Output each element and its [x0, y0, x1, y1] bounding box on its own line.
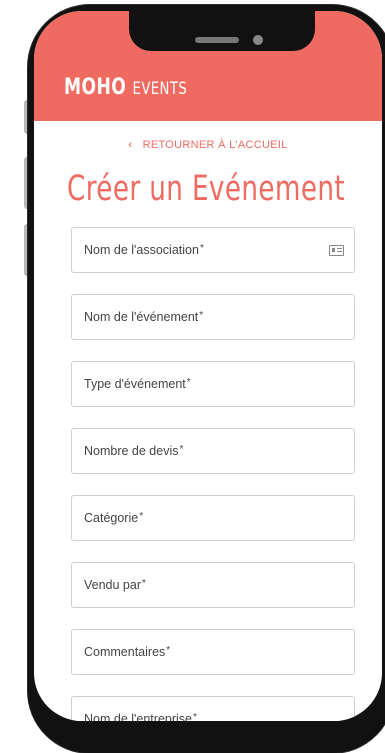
field-placeholder: Nombre de devis* [84, 444, 184, 458]
field-placeholder: Nom de l'association* [84, 243, 204, 257]
event-name-field[interactable]: Nom de l'événement* [71, 294, 355, 340]
front-camera [253, 35, 263, 45]
phone-frame: MOHO EVENTS ‹ RETOURNER À L'ACCUEIL Créer… [28, 5, 385, 753]
comments-field[interactable]: Commentaires* [71, 629, 355, 675]
phone-notch [129, 11, 315, 51]
back-link-label: RETOURNER À L'ACCUEIL [142, 139, 288, 151]
speaker-grille [195, 37, 239, 43]
field-placeholder: Commentaires* [84, 645, 171, 659]
association-name-field[interactable]: Nom de l'association* [71, 227, 355, 273]
logo-mark: MOHO [64, 75, 127, 100]
field-placeholder: Nom de l'entreprise* [84, 712, 197, 721]
company-name-field[interactable]: Nom de l'entreprise* [71, 696, 355, 721]
category-field[interactable]: Catégorie* [71, 495, 355, 541]
sold-by-field[interactable]: Vendu par* [71, 562, 355, 608]
field-placeholder: Nom de l'événement* [84, 310, 204, 324]
page-title: Créer un Evénement [67, 169, 346, 209]
back-to-home-link[interactable]: ‹ RETOURNER À L'ACCUEIL [34, 137, 382, 151]
logo-text: EVENTS [132, 79, 188, 99]
quote-count-field[interactable]: Nombre de devis* [71, 428, 355, 474]
event-type-field[interactable]: Type d'événement* [71, 361, 355, 407]
brand-logo[interactable]: MOHO EVENTS [64, 75, 187, 100]
chevron-left-icon: ‹ [128, 137, 133, 151]
phone-screen: MOHO EVENTS ‹ RETOURNER À L'ACCUEIL Créer… [34, 11, 382, 721]
field-placeholder: Catégorie* [84, 511, 144, 525]
field-placeholder: Vendu par* [84, 578, 146, 592]
contact-card-icon[interactable] [329, 245, 344, 256]
field-placeholder: Type d'événement* [84, 377, 191, 391]
